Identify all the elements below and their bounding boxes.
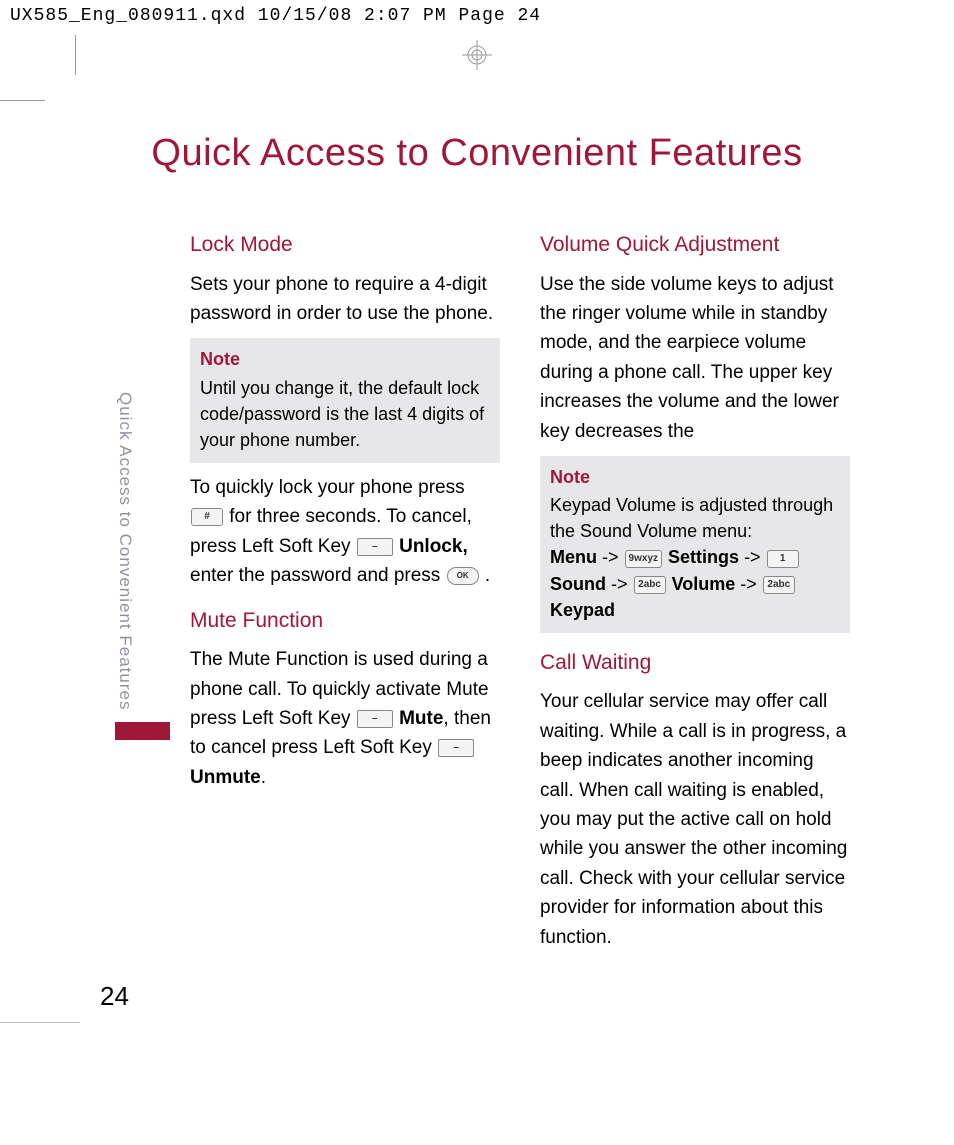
text: enter the password and press — [190, 565, 446, 586]
key-2-icon: 2abc — [763, 576, 795, 594]
heading-lock-mode: Lock Mode — [190, 229, 500, 262]
ok-key-icon: OK — [447, 567, 479, 585]
text: . — [485, 565, 490, 586]
crop-rule — [0, 1022, 80, 1023]
text-bold: Keypad — [550, 600, 615, 620]
para-volume: Use the side volume keys to adjust the r… — [540, 270, 850, 447]
text-bold: Volume — [672, 574, 736, 594]
side-tab-text: Quick Access to Convenient Features — [115, 392, 135, 710]
text: -> — [744, 547, 761, 567]
para-lock-howto: To quickly lock your phone press # for t… — [190, 473, 500, 591]
note-label: Note — [200, 346, 490, 372]
para-call-waiting: Your cellular service may offer call wai… — [540, 687, 850, 952]
column-left: Lock Mode Sets your phone to require a 4… — [190, 215, 500, 962]
key-2-icon: 2abc — [634, 576, 666, 594]
para-mute: The Mute Function is used during a phone… — [190, 645, 500, 792]
note-box-lock: Note Until you change it, the default lo… — [190, 338, 500, 462]
key-9-icon: 9wxyz — [625, 550, 662, 568]
text: -> — [602, 547, 619, 567]
text: -> — [611, 574, 628, 594]
text-bold: Unmute — [190, 767, 261, 788]
side-tab-marker — [115, 722, 170, 740]
page-number: 24 — [100, 981, 129, 1012]
note-body: Until you change it, the default lock co… — [200, 378, 484, 450]
left-soft-key-icon: – — [438, 739, 474, 757]
side-tab: Quick Access to Convenient Features — [115, 392, 170, 740]
left-soft-key-icon: – — [357, 538, 393, 556]
text-bold: Sound — [550, 574, 606, 594]
text: To quickly lock your phone press — [190, 477, 465, 498]
key-1-icon: 1 — [767, 550, 799, 568]
heading-volume: Volume Quick Adjustment — [540, 229, 850, 262]
note-box-volume: Note Keypad Volume is adjusted through t… — [540, 456, 850, 633]
column-right: Volume Quick Adjustment Use the side vol… — [540, 215, 850, 962]
text-bold: Mute — [399, 708, 443, 729]
text-bold: Settings — [668, 547, 739, 567]
note-body-line1: Keypad Volume is adjusted through the So… — [550, 495, 833, 541]
text: -> — [740, 574, 757, 594]
page-title: Quick Access to Convenient Features — [80, 132, 874, 175]
note-label: Note — [550, 464, 840, 490]
heading-call-waiting: Call Waiting — [540, 647, 850, 680]
hash-key-icon: # — [191, 508, 223, 526]
prepress-header: UX585_Eng_080911.qxd 10/15/08 2:07 PM Pa… — [0, 0, 954, 32]
left-soft-key-icon: – — [357, 710, 393, 728]
heading-mute: Mute Function — [190, 605, 500, 638]
text-bold: Unlock, — [399, 536, 468, 557]
para-lock-intro: Sets your phone to require a 4-digit pas… — [190, 270, 500, 329]
text: . — [261, 767, 266, 788]
text-bold: Menu — [550, 547, 597, 567]
